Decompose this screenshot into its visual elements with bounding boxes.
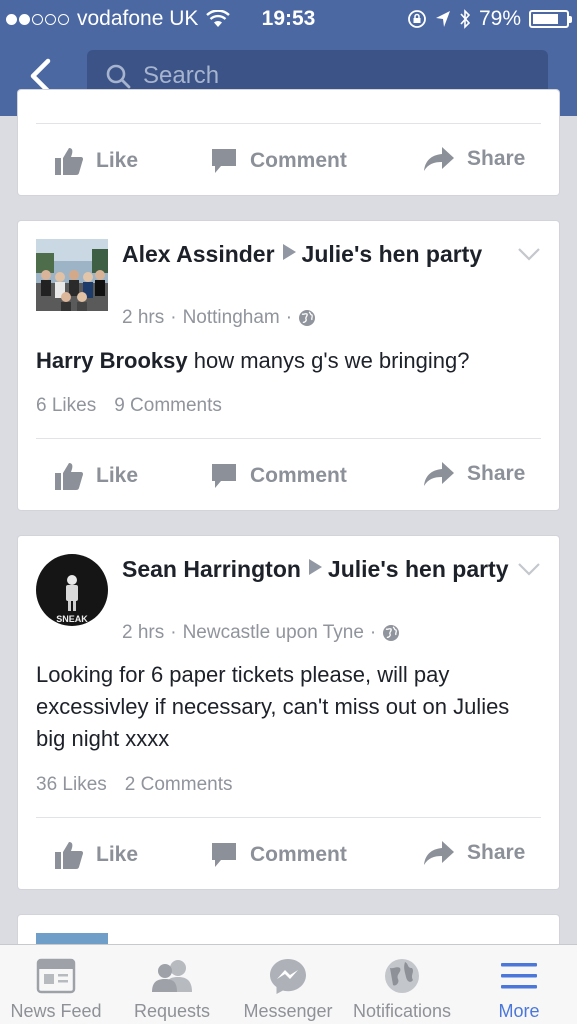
back-chevron-icon[interactable]: [26, 58, 58, 94]
share-button[interactable]: Share: [423, 146, 525, 172]
friend-requests-icon: [152, 960, 192, 992]
share-arrow-icon: [424, 147, 454, 171]
tab-more[interactable]: More: [474, 945, 564, 1024]
svg-text:SNEAK: SNEAK: [56, 614, 88, 624]
battery-icon: [529, 10, 572, 28]
chevron-down-icon[interactable]: [517, 562, 541, 576]
posted-to-arrow-icon: [308, 559, 322, 575]
comment-bubble-icon: [212, 149, 236, 173]
post-meta: 2 hrs · Nottingham ·: [122, 307, 316, 329]
search-input[interactable]: [143, 62, 523, 90]
post-stats: 36 Likes 2 Comments: [36, 774, 232, 796]
share-button[interactable]: Share: [423, 461, 525, 487]
mentioned-user[interactable]: Harry Brooksy: [36, 348, 188, 373]
post-text: Harry Brooksy how manys g's we bringing?: [36, 348, 470, 373]
group-name[interactable]: Julie's hen party: [302, 241, 483, 267]
group-name[interactable]: Julie's hen party: [328, 556, 509, 582]
comments-count[interactable]: 9 Comments: [114, 395, 222, 417]
post-text: Looking for 6 paper tickets please, will…: [36, 662, 510, 751]
comment-bubble-icon: [212, 843, 236, 867]
thumbs-up-icon: [55, 463, 83, 490]
avatar[interactable]: [36, 239, 108, 311]
tab-notifications[interactable]: Notifications: [346, 945, 458, 1024]
comment-button[interactable]: Comment: [210, 840, 347, 870]
likes-count[interactable]: 36 Likes: [36, 774, 107, 796]
thumbs-up-icon: [55, 842, 83, 869]
search-icon: [106, 64, 131, 89]
like-button[interactable]: Like: [54, 146, 138, 176]
share-button[interactable]: Share: [423, 840, 525, 866]
post-location[interactable]: Nottingham: [183, 307, 280, 329]
post-header: Alex Assinder Julie's hen party: [122, 239, 512, 270]
rotation-lock-icon: [408, 10, 426, 28]
like-button[interactable]: Like: [54, 461, 138, 491]
post-card: SNEAK Sean Harrington Julie's hen party 2…: [18, 536, 559, 889]
share-arrow-icon: [424, 462, 454, 486]
avatar[interactable]: SNEAK: [36, 554, 108, 626]
post-header: Sean Harrington Julie's hen party: [122, 554, 512, 585]
status-bar: vodafone UK 19:53 79%: [0, 0, 577, 40]
battery-percent: 79%: [478, 7, 521, 30]
menu-icon: [501, 963, 537, 989]
messenger-icon: [270, 959, 306, 994]
post-stats: 6 Likes 9 Comments: [36, 395, 222, 417]
globe-icon: [383, 625, 400, 641]
comments-count[interactable]: 2 Comments: [125, 774, 233, 796]
tab-requests[interactable]: Requests: [122, 945, 222, 1024]
post-location[interactable]: Newcastle upon Tyne: [183, 622, 364, 644]
share-arrow-icon: [424, 841, 454, 865]
chevron-down-icon[interactable]: [517, 247, 541, 261]
location-arrow-icon: [435, 11, 450, 27]
thumbs-up-icon: [55, 148, 83, 175]
post-time[interactable]: 2 hrs: [122, 622, 164, 644]
author-name[interactable]: Sean Harrington: [122, 556, 301, 582]
comment-button[interactable]: Comment: [210, 461, 347, 491]
bluetooth-icon: [460, 9, 471, 29]
tab-messenger[interactable]: Messenger: [236, 945, 340, 1024]
globe-icon: [385, 959, 419, 993]
globe-icon: [299, 310, 316, 326]
tab-bar: News Feed Requests Messenger Notificatio…: [0, 944, 577, 1024]
comment-bubble-icon: [212, 464, 236, 488]
post-time[interactable]: 2 hrs: [122, 307, 164, 329]
post-card: Alex Assinder Julie's hen party 2 hrs · N…: [18, 221, 559, 510]
news-feed-icon: [36, 958, 76, 994]
tab-news-feed[interactable]: News Feed: [4, 945, 108, 1024]
posted-to-arrow-icon: [282, 244, 296, 260]
post-card-previous: Like Comment Share: [18, 90, 559, 195]
like-button[interactable]: Like: [54, 840, 138, 870]
likes-count[interactable]: 6 Likes: [36, 395, 96, 417]
post-meta: 2 hrs · Newcastle upon Tyne ·: [122, 622, 400, 644]
comment-button[interactable]: Comment: [210, 146, 347, 176]
author-name[interactable]: Alex Assinder: [122, 241, 275, 267]
